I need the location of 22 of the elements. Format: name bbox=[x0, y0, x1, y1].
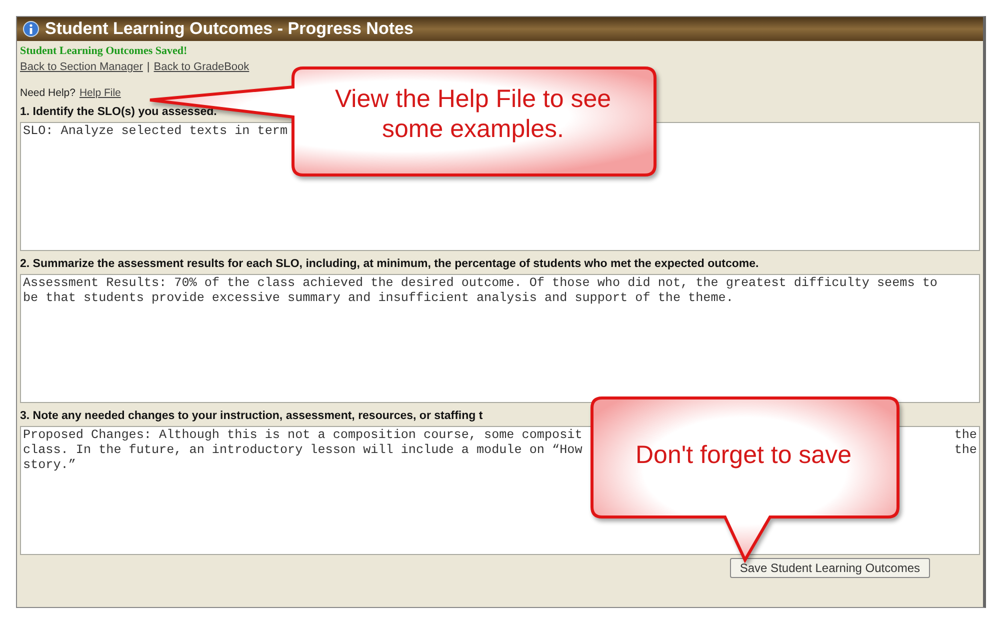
info-icon bbox=[23, 21, 39, 37]
answer-text: the bbox=[954, 443, 977, 458]
question-heading: 1. Identify the SLO(s) you assessed. bbox=[20, 105, 218, 120]
answer-text: Proposed Changes: Although this is not a composition course, some composit bbox=[23, 428, 582, 443]
answer-box[interactable] bbox=[20, 274, 980, 403]
nav-link[interactable]: Back to GradeBook bbox=[154, 61, 250, 73]
nav-link[interactable]: Back to Section Manager bbox=[20, 61, 143, 73]
callout-text: Don't forget to save bbox=[634, 440, 852, 470]
answer-text: SLO: Analyze selected texts in term bbox=[23, 124, 288, 139]
help-link[interactable]: Help File bbox=[79, 87, 121, 99]
help-label: Need Help? bbox=[20, 87, 76, 99]
answer-text: class. In the future, an introductory lesson will include a module on “How bbox=[23, 443, 582, 458]
answer-text: the bbox=[954, 428, 977, 443]
answer-text: be that students provide excessive summary and insufficient analysis and support of the theme. bbox=[23, 291, 734, 306]
save-button[interactable]: Save Student Learning Outcomes bbox=[730, 558, 930, 578]
question-heading: 2. Summarize the assessment results for each SLO, including, at minimum, the percentage of students who met the expected outcome. bbox=[20, 257, 760, 272]
status-message: Student Learning Outcomes Saved! bbox=[20, 45, 188, 57]
link-separator: | bbox=[146, 61, 150, 73]
answer-text: story.” bbox=[23, 458, 76, 473]
window-title: Student Learning Outcomes - Progress Notes bbox=[45, 19, 414, 39]
answer-text: Assessment Results: 70% of the class achieved the desired outcome. Of those who did not, the greatest difficulty seems to bbox=[23, 276, 938, 291]
question-heading: 3. Note any needed changes to your instruction, assessment, resources, or staffing t bbox=[20, 409, 484, 424]
